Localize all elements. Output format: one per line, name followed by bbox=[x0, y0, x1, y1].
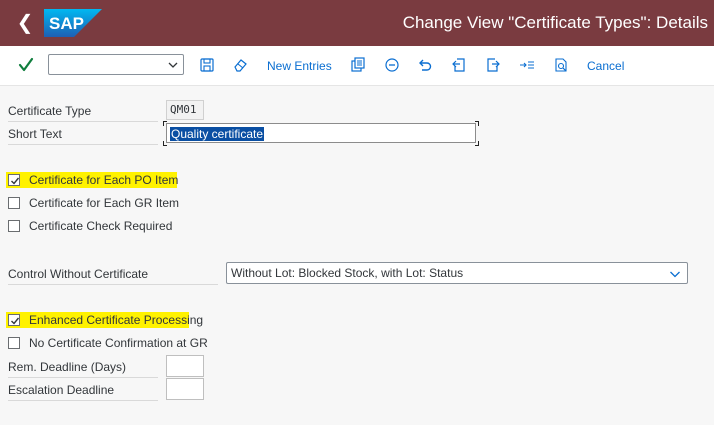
save-icon[interactable] bbox=[199, 57, 215, 73]
divider bbox=[8, 144, 158, 145]
divider bbox=[8, 400, 158, 401]
checkbox-box[interactable] bbox=[8, 174, 20, 186]
chevron-down-icon[interactable] bbox=[669, 268, 681, 280]
certificate-type-label: Certificate Type bbox=[8, 104, 92, 118]
short-text-input[interactable]: Quality certificate bbox=[166, 123, 476, 143]
divider bbox=[8, 121, 158, 122]
checkbox-enhanced-processing[interactable]: Enhanced Certificate Processing bbox=[8, 311, 208, 329]
rem-deadline-input[interactable] bbox=[166, 355, 204, 377]
page-title: Change View "Certificate Types": Details bbox=[402, 13, 708, 32]
cancel-button[interactable]: Cancel bbox=[587, 58, 624, 74]
checkbox-box[interactable] bbox=[8, 314, 20, 326]
escalation-input[interactable] bbox=[166, 378, 204, 400]
shell-bar: ❮ SAP Change View "Certificate Types": D… bbox=[0, 0, 714, 46]
checkbox-no-confirmation[interactable]: No Certificate Confirmation at GR bbox=[8, 334, 218, 352]
sap-logo: SAP bbox=[44, 9, 102, 37]
checkmark-icon bbox=[11, 177, 20, 185]
divider bbox=[8, 377, 158, 378]
undo-icon[interactable] bbox=[417, 57, 433, 73]
checkbox-check-required[interactable]: Certificate Check Required bbox=[8, 217, 188, 235]
checkbox-gr-item-label: Certificate for Each GR Item bbox=[29, 196, 180, 210]
short-text-value: Quality certificate bbox=[170, 127, 265, 141]
divider bbox=[8, 284, 218, 285]
back-icon[interactable]: ❮ bbox=[14, 10, 36, 36]
select-icon[interactable] bbox=[519, 57, 535, 73]
checkbox-box[interactable] bbox=[8, 337, 20, 349]
new-entries-button[interactable]: New Entries bbox=[267, 58, 332, 74]
short-text-label: Short Text bbox=[8, 127, 62, 141]
focus-bracket bbox=[163, 141, 167, 146]
control-dropdown[interactable]: Without Lot: Blocked Stock, with Lot: St… bbox=[226, 262, 688, 284]
svg-text:SAP: SAP bbox=[49, 14, 84, 33]
checkbox-box[interactable] bbox=[8, 197, 20, 209]
checkmark-icon bbox=[11, 317, 20, 325]
prev-entry-icon[interactable] bbox=[451, 57, 467, 73]
control-dropdown-value: Without Lot: Blocked Stock, with Lot: St… bbox=[231, 266, 464, 280]
minus-circle-icon[interactable] bbox=[384, 57, 400, 73]
short-text-field-wrapper[interactable]: Quality certificate bbox=[163, 121, 479, 146]
control-label: Control Without Certificate bbox=[8, 267, 149, 281]
copy-icon[interactable] bbox=[350, 57, 366, 73]
focus-bracket bbox=[475, 141, 479, 146]
checkbox-po-item[interactable]: Certificate for Each PO Item bbox=[8, 171, 188, 189]
focus-bracket bbox=[475, 121, 479, 126]
checkbox-gr-item[interactable]: Certificate for Each GR Item bbox=[8, 194, 188, 212]
chevron-down-icon[interactable] bbox=[167, 59, 179, 71]
toolbar: New Entries Cancel bbox=[0, 46, 714, 86]
next-entry-icon[interactable] bbox=[485, 57, 501, 73]
checkbox-check-required-label: Certificate Check Required bbox=[29, 219, 173, 233]
focus-bracket bbox=[163, 121, 167, 126]
checkbox-box[interactable] bbox=[8, 220, 20, 232]
certificate-type-field: QM01 bbox=[166, 100, 204, 120]
checkbox-enhanced-label: Enhanced Certificate Processing bbox=[29, 313, 204, 327]
check-icon[interactable] bbox=[18, 56, 34, 74]
eraser-icon[interactable] bbox=[232, 57, 248, 73]
command-field[interactable] bbox=[48, 54, 184, 75]
checkbox-po-item-label: Certificate for Each PO Item bbox=[29, 173, 179, 187]
rem-deadline-label: Rem. Deadline (Days) bbox=[8, 360, 127, 374]
escalation-label: Escalation Deadline bbox=[8, 383, 115, 397]
find-icon[interactable] bbox=[553, 57, 569, 73]
checkbox-no-confirm-label: No Certificate Confirmation at GR bbox=[29, 336, 208, 350]
